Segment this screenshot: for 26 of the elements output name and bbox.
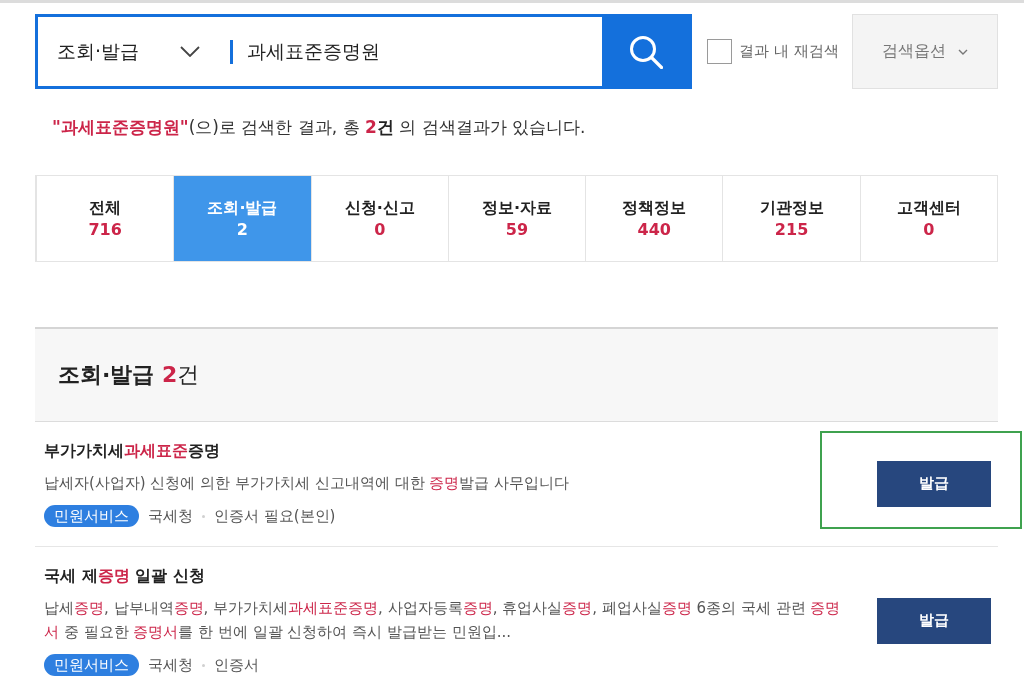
issue-button[interactable]: 발급 xyxy=(877,460,991,507)
search-field[interactable]: 과세표준증명원 xyxy=(233,17,602,86)
result-summary-text: "과세표준증명원"(으)로 검색한 결과, 총 2건 의 검색결과가 있습니다. xyxy=(52,116,586,139)
result-tag: 인증서 xyxy=(214,654,259,676)
result-title[interactable]: 국세 제증명 일괄 신청 xyxy=(44,565,205,587)
search-button[interactable] xyxy=(602,17,689,86)
refine-label: 결과 내 재검색 xyxy=(739,42,839,61)
chevron-down-icon xyxy=(958,48,968,55)
search-icon xyxy=(628,34,663,69)
search-options-button[interactable]: 검색옵션 xyxy=(852,14,998,89)
result-description: 납세자(사업자) 신청에 의한 부가가치세 신고내역에 대한 증명발급 사무입니다 xyxy=(44,473,570,494)
service-badge: 민원서비스 xyxy=(44,654,139,676)
search-box[interactable]: 조회·발급 과세표준증명원 xyxy=(35,14,692,89)
result-tag: 국세청 xyxy=(148,505,193,527)
result-tag: 국세청 xyxy=(148,654,193,676)
scope-dropdown[interactable]: 조회·발급 xyxy=(38,17,230,86)
result-description: 납세증명, 납부내역증명, 부가가치세과세표준증명, 사업자등록증명, 휴업사실증명, 폐업사실증명 6종의 국세 관련 증명서 중 필요한 증명서를 한 번에 일괄 신청하여 즉시 발급받는 민원입... xyxy=(44,598,842,643)
separator-dot-icon xyxy=(202,663,205,667)
service-badge: 민원서비스 xyxy=(44,505,139,527)
refine-checkbox[interactable] xyxy=(707,39,732,64)
chevron-down-icon xyxy=(180,46,200,57)
separator-dot-icon xyxy=(202,514,205,518)
section-heading: 조회·발급 2건 xyxy=(58,361,200,389)
result-tag: 인증서 필요(본인) xyxy=(214,505,336,527)
result-title[interactable]: 부가가치세과세표준증명 xyxy=(44,440,220,462)
issue-button[interactable]: 발급 xyxy=(877,597,991,644)
